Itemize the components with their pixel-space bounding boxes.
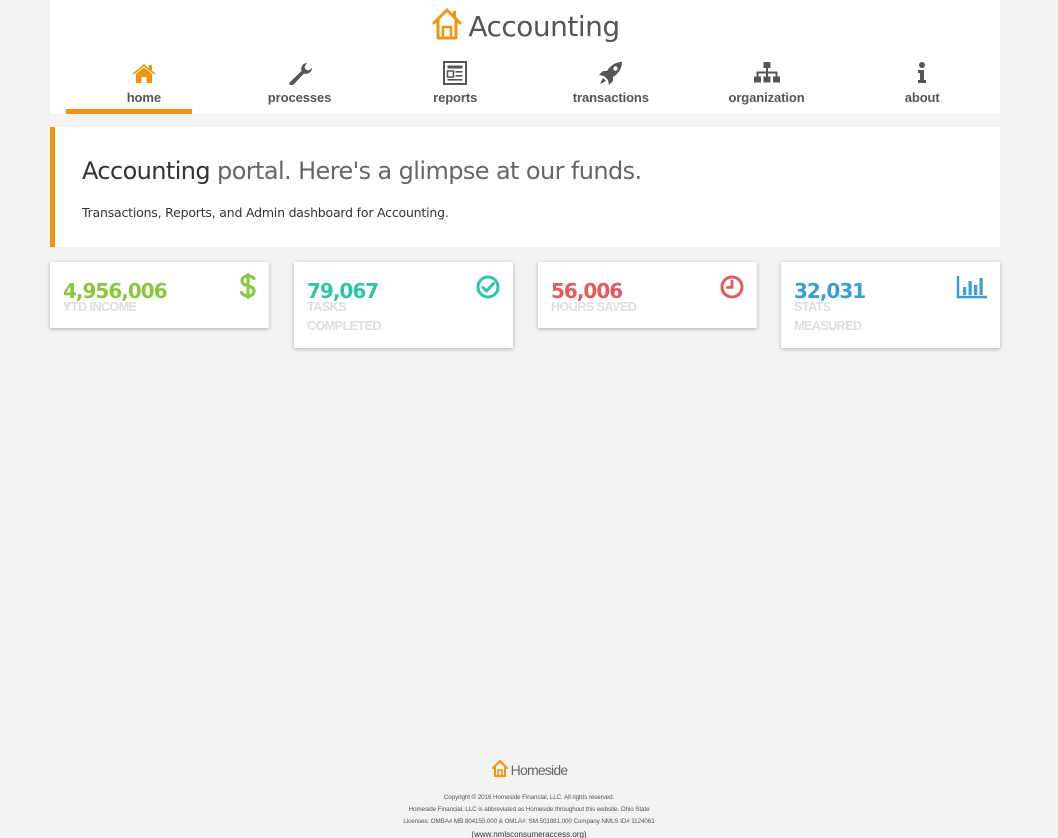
nav-item-home[interactable]: home	[66, 60, 222, 114]
hero-panel: Accounting portal. Here's a glimpse at o…	[50, 127, 1000, 247]
stat-label: YTD INCOME	[63, 300, 137, 314]
footer-house-icon	[491, 759, 509, 782]
header: Accounting home processes reports transa…	[50, 0, 1000, 114]
home-icon	[66, 60, 222, 86]
info-icon	[844, 60, 1000, 86]
nav-label-transactions: transactions	[572, 90, 649, 105]
app-title: Accounting	[468, 9, 620, 43]
newspaper-icon	[377, 60, 533, 86]
nav-item-organization[interactable]: organization	[689, 60, 845, 114]
stat-card-income: 4,956,006 YTD INCOME	[50, 262, 269, 328]
check-circle-icon	[475, 274, 501, 305]
footer-line-2: Homeside Financial, LLC is abbreviated a…	[408, 806, 650, 813]
nav-label-reports: reports	[433, 90, 478, 105]
stat-card-hours: 56,006 HOURS SAVED	[538, 262, 757, 328]
nav-label-organization: organization	[728, 90, 805, 105]
nav-item-transactions[interactable]: transactions	[533, 60, 689, 114]
nav-label-processes: processes	[267, 90, 332, 105]
house-logo-icon	[430, 7, 464, 46]
nav-item-reports[interactable]: reports	[377, 60, 533, 114]
hero-title-strong: Accounting	[82, 157, 211, 185]
hero-subtitle: Transactions, Reports, and Admin dashboa…	[82, 205, 449, 220]
stat-label: HOURS SAVED	[551, 300, 637, 314]
main-nav: home processes reports transactions orga…	[66, 60, 1000, 114]
wrench-icon	[222, 60, 378, 86]
brand[interactable]: Accounting	[50, 6, 1000, 46]
hero-title: Accounting portal. Here's a glimpse at o…	[82, 157, 642, 185]
stat-card-stats: 32,031 STATS MEASURED	[781, 262, 1000, 348]
hero-title-rest: portal. Here's a glimpse at our funds.	[210, 157, 642, 185]
stat-card-tasks: 79,067 TASKS COMPLETED	[294, 262, 513, 348]
stat-label: STATS MEASURED	[794, 300, 862, 333]
footer-logo-text: Homeside	[510, 762, 568, 778]
sitemap-icon	[689, 60, 845, 86]
footer-logo[interactable]: Homeside	[0, 758, 1058, 782]
rocket-icon	[533, 60, 689, 86]
dollar-icon	[239, 272, 256, 305]
nav-label-about: about	[904, 90, 940, 105]
nav-item-about[interactable]: about	[844, 60, 1000, 114]
footer-copyright: Copyright © 2016 Homeside Financial, LLC…	[443, 794, 615, 801]
nav-label-home: home	[126, 90, 161, 105]
footer-line-3: Licenses: OMBA# MB.804155.000 & OMLA#: S…	[403, 818, 655, 825]
nav-item-processes[interactable]: processes	[222, 60, 378, 114]
footer-nmls-link[interactable]: (www.nmlsconsumeraccess.org)	[0, 828, 1058, 838]
bar-chart-icon	[956, 275, 988, 304]
clock-icon	[719, 274, 745, 305]
footer: Homeside Copyright © 2016 Homeside Finan…	[0, 758, 1058, 838]
stat-label: TASKS COMPLETED	[307, 300, 381, 333]
